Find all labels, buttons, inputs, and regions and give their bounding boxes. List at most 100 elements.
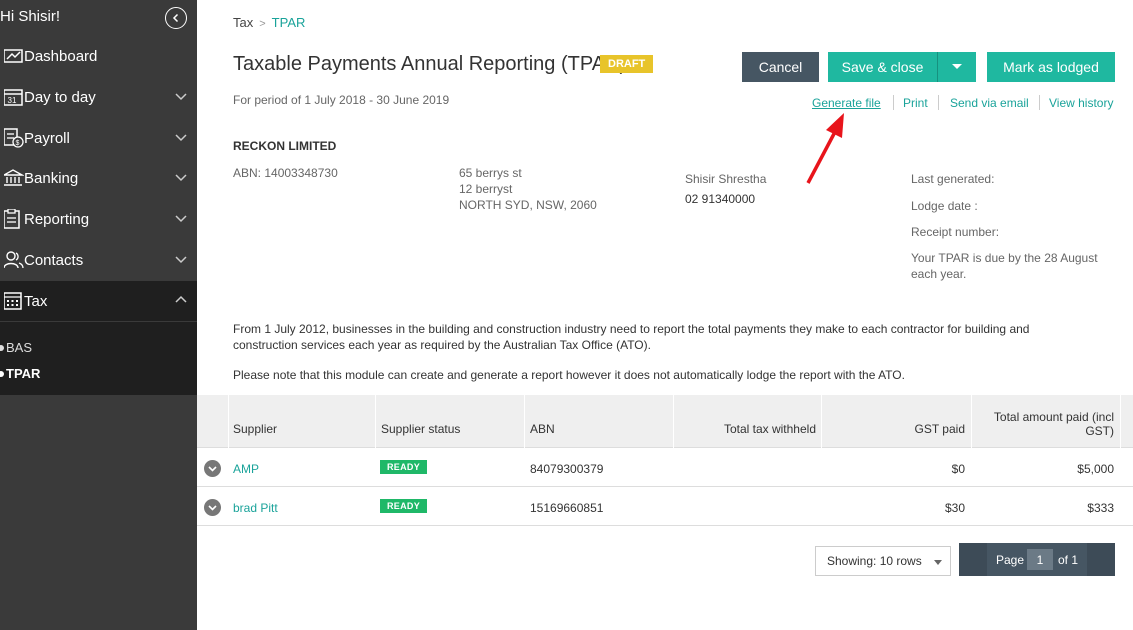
supplier-abn: 84079300379 [530, 462, 604, 476]
subitem-label: TPAR [6, 366, 41, 381]
greeting: Hi Shisir! [0, 8, 61, 25]
divider [893, 95, 894, 110]
page-number-input[interactable]: 1 [1027, 549, 1053, 570]
supplier-link[interactable]: brad Pitt [233, 501, 278, 515]
col-total-amount-paid[interactable]: Total amount paid (incl GST) [994, 410, 1114, 438]
bank-icon [0, 169, 24, 187]
sidebar-item-label: Tax [24, 292, 48, 310]
column-divider [821, 395, 822, 448]
send-via-email-link[interactable]: Send via email [950, 96, 1029, 110]
print-link[interactable]: Print [903, 96, 928, 110]
address-line: NORTH SYD, NSW, 2060 [459, 198, 597, 212]
red-arrow-annotation [806, 113, 844, 184]
svg-text:$: $ [16, 140, 20, 147]
view-history-link[interactable]: View history [1049, 96, 1113, 110]
reporting-period: For period of 1 July 2018 - 30 June 2019 [233, 93, 450, 107]
table-row[interactable]: brad Pitt READY 15169660851 $30 $333 [197, 488, 1133, 526]
lodge-date-label: Lodge date : [911, 199, 978, 213]
col-gst-paid[interactable]: GST paid [915, 422, 965, 436]
collapse-sidebar-button[interactable] [165, 7, 187, 29]
cancel-button[interactable]: Cancel [742, 52, 819, 82]
next-page-button[interactable] [1087, 543, 1115, 576]
header-line: Total amount paid (incl [993, 410, 1114, 424]
breadcrumb-current: TPAR [271, 15, 306, 30]
divider [1039, 95, 1040, 110]
sidebar-subitem-bas[interactable]: BAS [0, 340, 32, 355]
address-line: 12 berryst [459, 182, 513, 196]
rows-per-page-select[interactable]: Showing: 10 rows [815, 546, 951, 576]
bullet-icon [0, 344, 4, 351]
column-divider [1120, 395, 1121, 448]
breadcrumb-tax-link[interactable]: Tax [233, 15, 253, 30]
status-badge: DRAFT [600, 55, 654, 73]
chevron-up-icon [175, 295, 187, 303]
gst-paid: $30 [944, 501, 965, 515]
page-title: Taxable Payments Annual Reporting (TPAR) [233, 53, 627, 75]
description-line: From 1 July 2012, businesses in the buil… [233, 322, 1030, 336]
mark-as-lodged-button[interactable]: Mark as lodged [987, 52, 1115, 82]
payroll-icon: $ [0, 128, 24, 148]
total-amount-paid: $5,000 [1077, 462, 1114, 476]
sidebar-item-contacts[interactable]: Contacts [0, 240, 197, 280]
caret-down-icon [952, 64, 962, 69]
chevron-down-icon [208, 505, 217, 511]
due-line: each year. [911, 267, 967, 281]
contact-phone: 02 91340000 [685, 192, 756, 206]
table-row[interactable]: AMP READY 84079300379 $0 $5,000 [197, 449, 1133, 487]
sidebar-item-payroll[interactable]: $ Payroll [0, 118, 197, 158]
col-supplier-status[interactable]: Supplier status [381, 422, 460, 436]
tpar-description: From 1 July 2012, businesses in the buil… [233, 321, 1093, 353]
header-line: GST) [1085, 424, 1114, 438]
sidebar-item-label: Day to day [24, 88, 96, 106]
chevron-down-icon [175, 256, 187, 264]
col-supplier[interactable]: Supplier [233, 422, 277, 436]
expand-row-button[interactable] [204, 460, 221, 477]
save-options-dropdown[interactable] [937, 52, 976, 82]
save-close-button[interactable]: Save & close [828, 52, 937, 82]
chevron-right-icon: > [259, 18, 266, 30]
company-address: 65 berrys st 12 berryst NORTH SYD, NSW, … [459, 165, 597, 213]
total-amount-paid: $333 [1087, 501, 1114, 515]
contacts-icon [0, 251, 24, 269]
chevron-down-icon [175, 134, 187, 142]
column-divider [971, 395, 972, 448]
sidebar-item-label: Contacts [24, 251, 84, 269]
column-divider [524, 395, 525, 448]
sidebar-item-label: Reporting [24, 210, 90, 228]
sidebar-item-tax[interactable]: Tax [0, 281, 197, 321]
column-divider [228, 395, 229, 448]
chevron-left-icon [172, 13, 179, 23]
expand-row-button[interactable] [204, 499, 221, 516]
prev-page-button[interactable] [959, 543, 987, 576]
company-abn: ABN: 14003348730 [233, 166, 338, 180]
dashboard-icon [0, 48, 24, 64]
col-abn[interactable]: ABN [530, 422, 555, 436]
svg-text:31: 31 [8, 96, 17, 105]
chevron-down-icon [175, 93, 187, 101]
description-line: construction services each year as requi… [233, 338, 651, 352]
column-divider [673, 395, 674, 448]
pagination: Page 1 of 1 [959, 543, 1115, 576]
page-total: of 1 [1058, 553, 1079, 567]
sidebar: Hi Shisir! Dashboard 31 Day to day $ Pay… [0, 0, 197, 630]
tax-submenu: BAS TPAR [0, 322, 197, 395]
chevron-down-icon [175, 215, 187, 223]
sidebar-item-label: Banking [24, 169, 79, 187]
table-header: Supplier Supplier status ABN Total tax w… [197, 395, 1133, 448]
sidebar-item-label: Payroll [24, 129, 70, 147]
col-total-tax-withheld[interactable]: Total tax withheld [724, 422, 816, 436]
supplier-link[interactable]: AMP [233, 462, 259, 476]
chevron-down-icon [208, 466, 217, 472]
sidebar-subitem-tpar[interactable]: TPAR [0, 366, 40, 381]
lodgement-note: Please note that this module can create … [233, 368, 905, 382]
company-name: RECKON LIMITED [233, 139, 337, 153]
sidebar-item-day-to-day[interactable]: 31 Day to day [0, 77, 197, 117]
subitem-label: BAS [6, 340, 33, 355]
sidebar-item-reporting[interactable]: Reporting [0, 199, 197, 239]
bullet-icon [0, 370, 4, 377]
address-line: 65 berrys st [459, 166, 522, 180]
sidebar-item-dashboard[interactable]: Dashboard [0, 36, 197, 76]
sidebar-item-label: Dashboard [24, 47, 98, 65]
caret-down-icon [934, 560, 942, 565]
sidebar-item-banking[interactable]: Banking [0, 158, 197, 198]
